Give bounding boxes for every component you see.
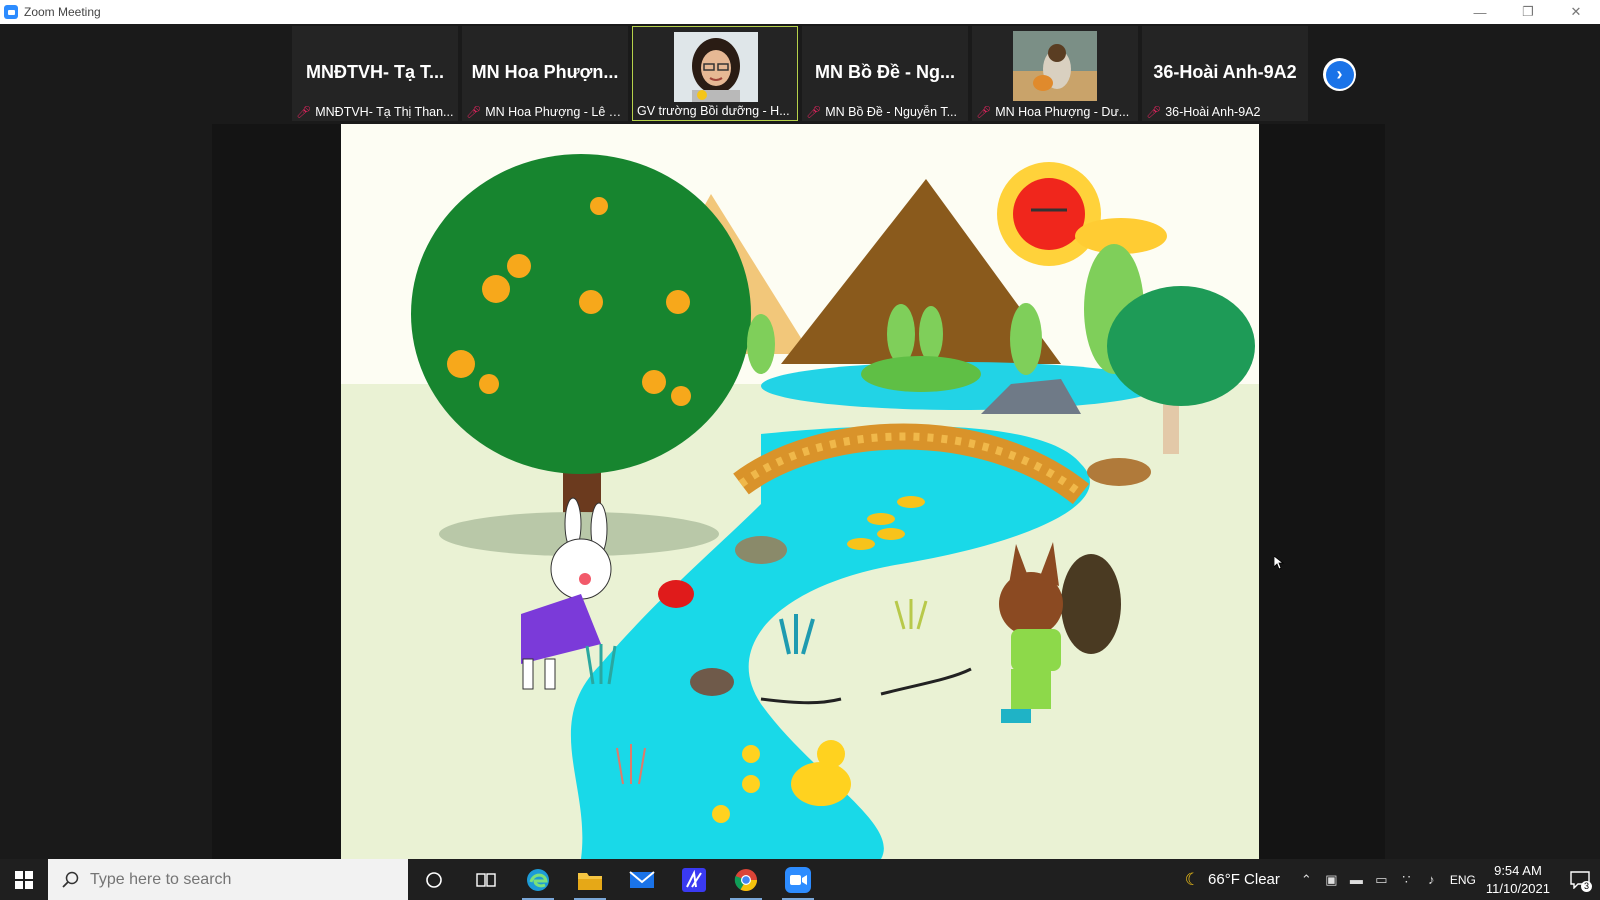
mic-muted-icon: 🎤︎ <box>806 105 822 119</box>
participant-tile-active-speaker[interactable]: GV trường Bồi dưỡng - H... <box>632 26 798 121</box>
participant-tile[interactable]: 36-Hoài Anh-9A2 🎤︎ 36-Hoài Anh-9A2 <box>1142 26 1308 121</box>
search-input[interactable] <box>90 870 390 889</box>
participant-name: MN Hoa Phượng - Dư... <box>995 105 1130 119</box>
participant-name: MN Bồ Đề - Nguyễn T... <box>825 105 957 119</box>
mic-muted-icon: 🎤︎ <box>296 105 312 119</box>
participant-tile[interactable]: MN Hoa Phượn... 🎤︎ MN Hoa Phượng - Lê T..… <box>462 26 628 121</box>
participant-name: GV trường Bồi dưỡng - H... <box>637 104 790 118</box>
mail-icon <box>629 870 655 888</box>
taskbar: ☾ 66°F Clear ⌃ ▣ ▬ ▭ ∵ ♪ ENG 9:54 AM 11/… <box>0 859 1600 900</box>
taskbar-chrome[interactable] <box>720 859 772 900</box>
crab-icon <box>658 580 694 608</box>
participant-tile[interactable]: MN Bồ Đề - Ng... 🎤︎ MN Bồ Đề - Nguyễn T..… <box>802 26 968 121</box>
nature-scene-illustration <box>341 124 1259 859</box>
participant-strip: MNĐTVH- Tạ T... 🎤︎ MNĐTVH- Tạ Thị Than...… <box>0 24 1600 124</box>
search-icon <box>62 871 79 888</box>
taskbar-mail[interactable] <box>616 859 668 900</box>
close-button[interactable]: ✕ <box>1552 0 1600 24</box>
taskbar-file-explorer[interactable] <box>564 859 616 900</box>
participant-name: 36-Hoài Anh-9A2 <box>1165 105 1261 119</box>
taskbar-search[interactable] <box>48 859 408 900</box>
cortana-button[interactable] <box>408 859 460 900</box>
weather-widget[interactable]: ☾ 66°F Clear <box>1185 870 1280 890</box>
participant-label: 🎤︎ MN Hoa Phượng - Dư... <box>976 105 1134 119</box>
minimize-button[interactable]: — <box>1456 0 1504 24</box>
mouse-cursor-icon <box>1274 556 1284 570</box>
task-view-icon <box>476 872 496 887</box>
microphone-icon[interactable]: ▬ <box>1344 872 1369 887</box>
chrome-icon <box>734 868 757 891</box>
zoom-app-icon <box>4 5 18 19</box>
windows-logo-icon <box>15 870 33 889</box>
participant-big-name: MN Hoa Phượn... <box>471 62 619 82</box>
shared-illustration <box>341 124 1259 859</box>
system-tray: ☾ 66°F Clear ⌃ ▣ ▬ ▭ ∵ ♪ ENG 9:54 AM 11/… <box>1185 859 1600 900</box>
battery-icon[interactable]: ▭ <box>1369 872 1394 888</box>
task-view-button[interactable] <box>460 859 512 900</box>
zoom-icon <box>785 866 811 893</box>
clock-date: 11/10/2021 <box>1485 880 1550 896</box>
taskbar-zoom[interactable] <box>772 859 824 900</box>
mic-muted-icon: 🎤︎ <box>466 105 482 119</box>
start-button[interactable] <box>0 859 48 900</box>
chevron-right-icon: › <box>1325 60 1354 89</box>
participant-video-thumbnail <box>674 32 758 102</box>
title-bar: Zoom Meeting — ❐ ✕ <box>0 0 1600 24</box>
mic-muted-icon: 🎤︎ <box>976 105 992 119</box>
chevron-up-icon[interactable]: ⌃ <box>1294 872 1319 888</box>
participant-label: 🎤︎ MN Bồ Đề - Nguyễn T... <box>806 105 964 119</box>
edge-icon <box>527 868 549 891</box>
notification-count-badge: 3 <box>1580 881 1592 892</box>
participant-label: GV trường Bồi dưỡng - H... <box>637 104 793 118</box>
participant-big-name: 36-Hoài Anh-9A2 <box>1153 62 1297 82</box>
camera-icon[interactable]: ▣ <box>1319 872 1344 888</box>
folder-icon <box>578 872 602 890</box>
participant-label: 🎤︎ MN Hoa Phượng - Lê T... <box>466 105 624 119</box>
window-title: Zoom Meeting <box>24 5 101 19</box>
weather-text: 66°F Clear <box>1208 871 1280 888</box>
participant-label: 🎤︎ MNĐTVH- Tạ Thị Than... <box>296 105 454 119</box>
participant-name: MNĐTVH- Tạ Thị Than... <box>315 105 454 119</box>
notification-center-button[interactable]: 3 <box>1560 859 1600 900</box>
window-controls: — ❐ ✕ <box>1456 0 1600 24</box>
sun-icon <box>997 162 1101 266</box>
clock-time: 9:54 AM <box>1494 862 1542 878</box>
clock[interactable]: 9:54 AM 11/10/2021 <box>1486 862 1550 898</box>
participant-tile[interactable]: MNĐTVH- Tạ T... 🎤︎ MNĐTVH- Tạ Thị Than... <box>292 26 458 121</box>
participant-name: MN Hoa Phượng - Lê T... <box>485 105 624 119</box>
restore-button[interactable]: ❐ <box>1504 0 1552 24</box>
text-editor-icon <box>682 867 706 892</box>
taskbar-text-editor[interactable] <box>668 859 720 900</box>
wifi-icon[interactable]: ∵ <box>1394 872 1419 888</box>
cortana-icon <box>426 871 442 888</box>
participant-video-thumbnail <box>1013 31 1097 101</box>
mic-muted-icon: 🎤︎ <box>1146 105 1162 119</box>
participant-big-name: MNĐTVH- Tạ T... <box>306 62 444 82</box>
moon-icon: ☾ <box>1184 869 1201 889</box>
participant-big-name: MN Bồ Đề - Ng... <box>815 62 955 82</box>
taskbar-edge[interactable] <box>512 859 564 900</box>
participant-label: 🎤︎ 36-Hoài Anh-9A2 <box>1146 105 1304 119</box>
volume-icon[interactable]: ♪ <box>1419 872 1444 887</box>
participant-tile[interactable]: 🎤︎ MN Hoa Phượng - Dư... <box>972 26 1138 121</box>
next-page-button[interactable]: › <box>1323 58 1356 91</box>
language-indicator[interactable]: ENG <box>1450 873 1476 887</box>
